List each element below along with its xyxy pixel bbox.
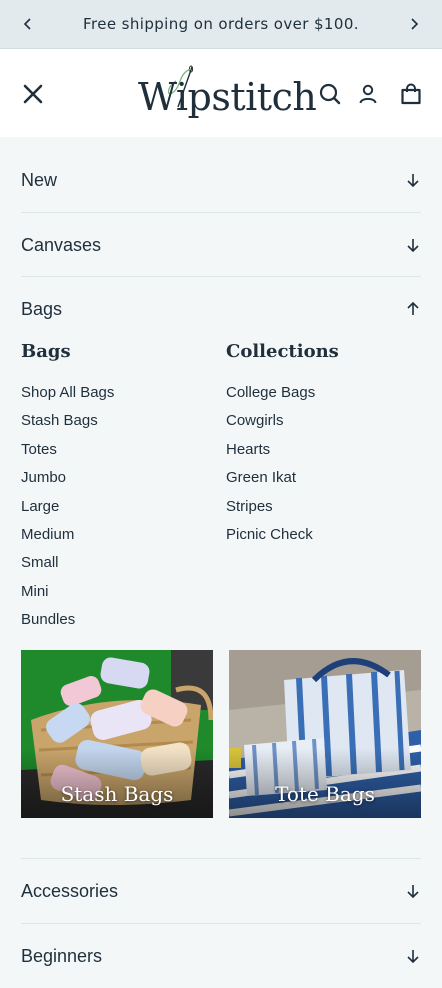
link-mini[interactable]: Mini [21,583,49,600]
link-large[interactable]: Large [21,498,59,515]
site-header: Wipstitch [0,49,442,137]
promo-stash-bags[interactable]: Stash Bags [21,650,213,818]
menu-item-label: Beginners [21,945,103,966]
arrow-down-icon [407,239,419,253]
menu-item-label: New [21,169,58,190]
search-icon [319,83,341,105]
user-icon [359,84,377,104]
menu-item-bags[interactable]: Bags [21,277,421,341]
menu-item-label: Bags [21,298,63,319]
promo-caption: Stash Bags [60,782,174,806]
chevron-right-icon [411,18,419,30]
link-jumbo[interactable]: Jumbo [21,469,66,486]
link-cowgirls[interactable]: Cowgirls [226,412,284,429]
menu-item-label: Accessories [21,880,119,901]
arrow-down-icon [407,174,419,188]
menu-item-label: Canvases [21,234,102,255]
link-medium[interactable]: Medium [21,526,74,543]
link-hearts[interactable]: Hearts [226,441,270,458]
menu-item-beginners[interactable]: Beginners [21,924,421,988]
promo-caption: Tote Bags [275,782,375,806]
logo-text: Wipstitch [138,75,317,119]
link-shop-all-bags[interactable]: Shop All Bags [21,384,114,401]
link-stripes[interactable]: Stripes [226,498,273,515]
arrow-down-icon [407,885,419,899]
link-college-bags[interactable]: College Bags [226,384,315,401]
link-stash-bags[interactable]: Stash Bags [21,412,98,429]
link-picnic-check[interactable]: Picnic Check [226,526,313,543]
shopping-bag-icon [401,83,421,105]
chevron-left-icon [23,18,31,30]
link-bundles[interactable]: Bundles [21,611,75,628]
close-icon [23,84,43,104]
link-green-ikat[interactable]: Green Ikat [226,469,296,486]
menu-item-new[interactable]: New [21,148,421,212]
search-button[interactable] [318,82,342,106]
announcement-bar: Free shipping on orders over $100. [0,0,442,49]
close-menu-button[interactable] [20,81,46,107]
arrow-down-icon [407,950,419,964]
promo-tote-bags[interactable]: Tote Bags [229,650,421,818]
collections-column-title: Collections [226,341,339,362]
arrow-up-icon [407,301,419,315]
account-button[interactable] [356,82,380,106]
menu-item-accessories[interactable]: Accessories [21,859,421,923]
announcement-text: Free shipping on orders over $100. [83,15,359,33]
bags-column-title: Bags [21,341,71,362]
link-small[interactable]: Small [21,554,59,571]
previous-announcement-button[interactable] [18,14,38,34]
menu-item-canvases[interactable]: Canvases [21,213,421,277]
cart-button[interactable] [399,82,423,106]
logo[interactable]: Wipstitch [136,63,317,125]
next-announcement-button[interactable] [404,14,424,34]
link-totes[interactable]: Totes [21,441,57,458]
